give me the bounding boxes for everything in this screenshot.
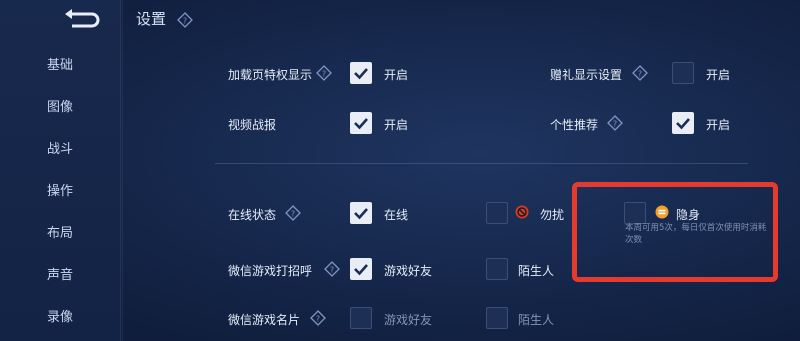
svg-text:?: ? xyxy=(330,266,334,275)
svg-text:?: ? xyxy=(613,120,617,129)
help-icon[interactable]: ? xyxy=(285,205,301,221)
greeting-friends-checkbox[interactable] xyxy=(350,258,372,280)
help-icon[interactable]: ? xyxy=(310,310,326,326)
option-label: 开启 xyxy=(384,68,409,82)
help-icon[interactable]: ? xyxy=(316,65,332,81)
help-icon[interactable]: ? xyxy=(632,65,648,81)
sidebar-item-graphics[interactable]: 图像 xyxy=(0,92,120,124)
help-icon[interactable]: ? xyxy=(324,261,340,277)
online-status-label: 在线状态 xyxy=(228,208,277,222)
sidebar-item-controls[interactable]: 操作 xyxy=(0,176,120,208)
check-icon xyxy=(354,68,368,80)
loading-privilege-label: 加载页特权显示 xyxy=(228,68,313,82)
back-button[interactable] xyxy=(62,8,102,34)
svg-text:?: ? xyxy=(291,210,295,219)
do-not-disturb-icon xyxy=(515,205,529,219)
greeting-strangers-checkbox[interactable] xyxy=(486,258,508,280)
gift-display-checkbox[interactable] xyxy=(672,62,694,84)
option-label: 在线 xyxy=(384,208,409,222)
check-icon xyxy=(354,208,368,220)
sidebar-item-combat[interactable]: 战斗 xyxy=(0,134,120,166)
sidebar: 基础 图像 战斗 操作 布局 声音 录像 xyxy=(0,0,121,341)
wechat-greeting-label: 微信游戏打招呼 xyxy=(228,264,313,278)
content-panel xyxy=(122,0,800,341)
card-friends-checkbox[interactable] xyxy=(350,307,372,329)
back-arrow-icon xyxy=(65,9,100,28)
video-report-checkbox[interactable] xyxy=(350,112,372,134)
sidebar-item-layout[interactable]: 布局 xyxy=(0,218,120,250)
section-divider xyxy=(215,163,748,164)
option-label: 勿扰 xyxy=(540,208,565,222)
do-not-disturb-checkbox[interactable] xyxy=(486,202,508,224)
option-label: 开启 xyxy=(706,68,731,82)
svg-text:?: ? xyxy=(183,17,187,26)
help-icon[interactable]: ? xyxy=(607,115,623,131)
gift-display-label: 赠礼显示设置 xyxy=(550,68,623,82)
sidebar-item-recording[interactable]: 录像 xyxy=(0,302,120,334)
check-icon xyxy=(354,118,368,130)
option-label: 开启 xyxy=(706,118,731,132)
option-label: 陌生人 xyxy=(518,313,555,327)
svg-text:?: ? xyxy=(638,70,642,79)
check-icon xyxy=(354,264,368,276)
svg-text:?: ? xyxy=(322,70,326,79)
option-label: 陌生人 xyxy=(518,264,555,278)
loading-privilege-checkbox[interactable] xyxy=(350,62,372,84)
option-label: 游戏好友 xyxy=(384,264,433,278)
help-icon[interactable]: ? xyxy=(177,12,193,28)
video-report-label: 视频战报 xyxy=(228,118,277,132)
personalized-label: 个性推荐 xyxy=(550,118,599,132)
check-icon xyxy=(676,118,690,130)
option-label: 开启 xyxy=(384,118,409,132)
sidebar-item-basic[interactable]: 基础 xyxy=(0,50,120,82)
wechat-card-label: 微信游戏名片 xyxy=(228,313,301,327)
svg-text:?: ? xyxy=(316,315,320,324)
sidebar-item-sound[interactable]: 声音 xyxy=(0,260,120,292)
highlight-annotation xyxy=(572,182,778,282)
page-title: 设置 xyxy=(136,10,167,28)
personalized-checkbox[interactable] xyxy=(672,112,694,134)
card-strangers-checkbox[interactable] xyxy=(486,307,508,329)
online-checkbox[interactable] xyxy=(350,202,372,224)
option-label: 游戏好友 xyxy=(384,313,433,327)
